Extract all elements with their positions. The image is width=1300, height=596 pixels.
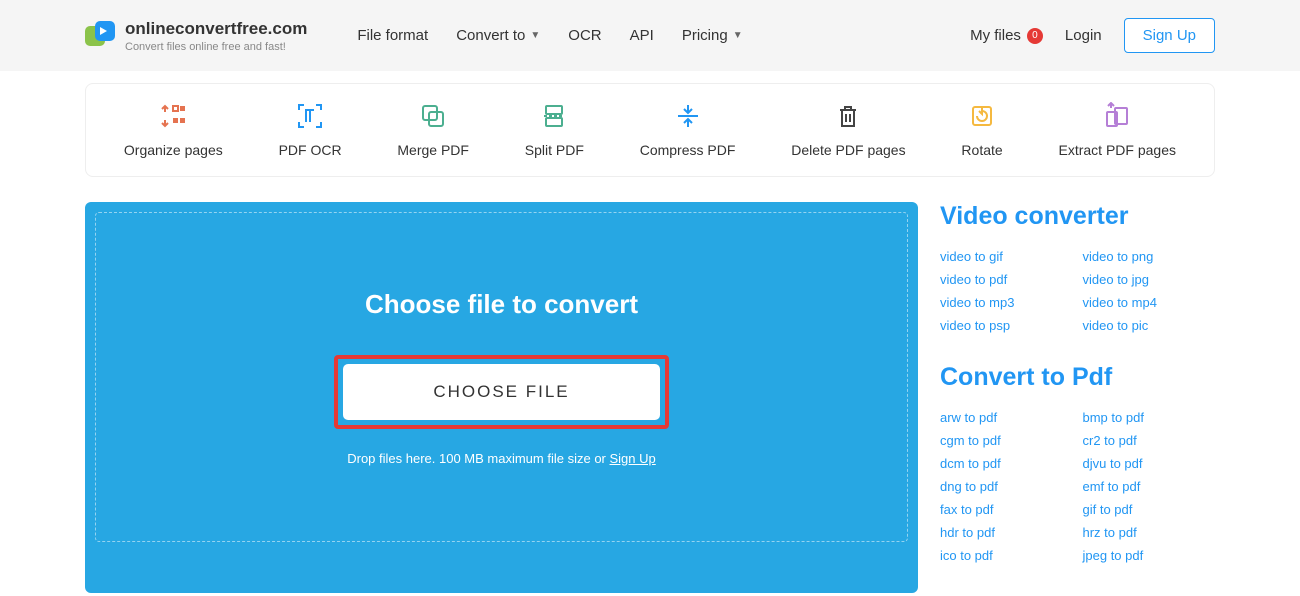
site-name: onlineconvertfree.com: [125, 19, 307, 39]
logo-icon: [85, 21, 115, 51]
tool-delete[interactable]: Delete PDF pages: [791, 102, 905, 158]
drop-title: Choose file to convert: [365, 289, 638, 320]
header: onlineconvertfree.com Convert files onli…: [0, 0, 1300, 71]
extract-icon: [1103, 102, 1131, 130]
sidebar-link[interactable]: cr2 to pdf: [1083, 433, 1216, 448]
split-icon: [540, 102, 568, 130]
sidebar-link[interactable]: jpeg to pdf: [1083, 548, 1216, 563]
sidebar-link[interactable]: gif to pdf: [1083, 502, 1216, 517]
logo[interactable]: onlineconvertfree.com Convert files onli…: [85, 19, 307, 53]
drop-inner: Choose file to convert CHOOSE FILE Drop …: [95, 212, 908, 542]
tool-label: Merge PDF: [397, 142, 469, 158]
ocr-icon: [296, 102, 324, 130]
drop-hint: Drop files here. 100 MB maximum file siz…: [347, 451, 656, 466]
tool-label: Compress PDF: [640, 142, 736, 158]
rotate-icon: [968, 102, 996, 130]
signup-button[interactable]: Sign Up: [1124, 18, 1215, 53]
tool-label: Split PDF: [525, 142, 584, 158]
sidebar-links: arw to pdf bmp to pdf cgm to pdf cr2 to pdf…: [940, 410, 1215, 563]
sidebar-link[interactable]: video to pdf: [940, 272, 1073, 287]
tool-label: PDF OCR: [279, 142, 342, 158]
tool-split[interactable]: Split PDF: [525, 102, 584, 158]
drop-hint-signup-link[interactable]: Sign Up: [610, 451, 656, 466]
sidebar-link[interactable]: fax to pdf: [940, 502, 1073, 517]
sidebar-link[interactable]: hdr to pdf: [940, 525, 1073, 540]
sidebar-link[interactable]: dng to pdf: [940, 479, 1073, 494]
delete-icon: [834, 102, 862, 130]
tool-rotate[interactable]: Rotate: [961, 102, 1002, 158]
nav-label: Convert to: [456, 27, 525, 44]
sidebar-link[interactable]: hrz to pdf: [1083, 525, 1216, 540]
sidebar-link[interactable]: video to gif: [940, 249, 1073, 264]
nav-label: OCR: [568, 27, 601, 44]
my-files-badge: 0: [1027, 28, 1043, 44]
tool-compress[interactable]: Compress PDF: [640, 102, 736, 158]
sidebar-link[interactable]: bmp to pdf: [1083, 410, 1216, 425]
tool-label: Organize pages: [124, 142, 223, 158]
sidebar-link[interactable]: video to mp3: [940, 295, 1073, 310]
sidebar-link[interactable]: djvu to pdf: [1083, 456, 1216, 471]
sidebar-link[interactable]: video to psp: [940, 318, 1073, 333]
nav-item-convert-to[interactable]: Convert to ▼: [456, 27, 540, 44]
nav-label: Pricing: [682, 27, 728, 44]
tool-organize[interactable]: Organize pages: [124, 102, 223, 158]
tool-label: Extract PDF pages: [1058, 142, 1176, 158]
sidebar-link[interactable]: video to mp4: [1083, 295, 1216, 310]
drop-zone[interactable]: Choose file to convert CHOOSE FILE Drop …: [85, 202, 918, 593]
tool-ocr[interactable]: PDF OCR: [279, 102, 342, 158]
my-files-label: My files: [970, 27, 1021, 44]
organize-icon: [159, 102, 187, 130]
site-tagline: Convert files online free and fast!: [125, 41, 307, 53]
nav-item-pricing[interactable]: Pricing ▼: [682, 27, 743, 44]
header-inner: onlineconvertfree.com Convert files onli…: [85, 18, 1215, 53]
choose-file-highlight: CHOOSE FILE: [334, 355, 668, 429]
chevron-down-icon: ▼: [530, 30, 540, 41]
sidebar-link[interactable]: emf to pdf: [1083, 479, 1216, 494]
main: Choose file to convert CHOOSE FILE Drop …: [85, 202, 1215, 593]
nav-label: File format: [357, 27, 428, 44]
login-link[interactable]: Login: [1065, 27, 1102, 44]
my-files-link[interactable]: My files 0: [970, 27, 1043, 44]
sidebar-link[interactable]: dcm to pdf: [940, 456, 1073, 471]
sidebar-link[interactable]: video to jpg: [1083, 272, 1216, 287]
sidebar-link[interactable]: video to png: [1083, 249, 1216, 264]
tool-label: Delete PDF pages: [791, 142, 905, 158]
tools-bar: Organize pages PDF OCR Merge PDF Split PDF C…: [85, 83, 1215, 177]
choose-file-button[interactable]: CHOOSE FILE: [342, 363, 660, 421]
sidebar-links: video to gif video to png video to pdf vide…: [940, 249, 1215, 333]
nav-item-file-format[interactable]: File format: [357, 27, 428, 44]
nav: File format Convert to ▼ OCR API Pricing ▼: [357, 27, 742, 44]
nav-item-api[interactable]: API: [630, 27, 654, 44]
drop-hint-text: Drop files here. 100 MB maximum file siz…: [347, 451, 609, 466]
merge-icon: [419, 102, 447, 130]
nav-item-ocr[interactable]: OCR: [568, 27, 601, 44]
header-right: My files 0 Login Sign Up: [970, 18, 1215, 53]
tool-label: Rotate: [961, 142, 1002, 158]
sidebar-link[interactable]: video to pic: [1083, 318, 1216, 333]
chevron-down-icon: ▼: [733, 30, 743, 41]
sidebar: Video convertervideo to gifvideo to pngv…: [940, 202, 1215, 593]
tools-wrap: Organize pages PDF OCR Merge PDF Split PDF C…: [85, 83, 1215, 177]
compress-icon: [674, 102, 702, 130]
tool-extract[interactable]: Extract PDF pages: [1058, 102, 1176, 158]
sidebar-heading: Convert to Pdf: [940, 363, 1215, 392]
sidebar-link[interactable]: arw to pdf: [940, 410, 1073, 425]
sidebar-heading: Video converter: [940, 202, 1215, 231]
tool-merge[interactable]: Merge PDF: [397, 102, 469, 158]
sidebar-link[interactable]: ico to pdf: [940, 548, 1073, 563]
nav-label: API: [630, 27, 654, 44]
sidebar-link[interactable]: cgm to pdf: [940, 433, 1073, 448]
